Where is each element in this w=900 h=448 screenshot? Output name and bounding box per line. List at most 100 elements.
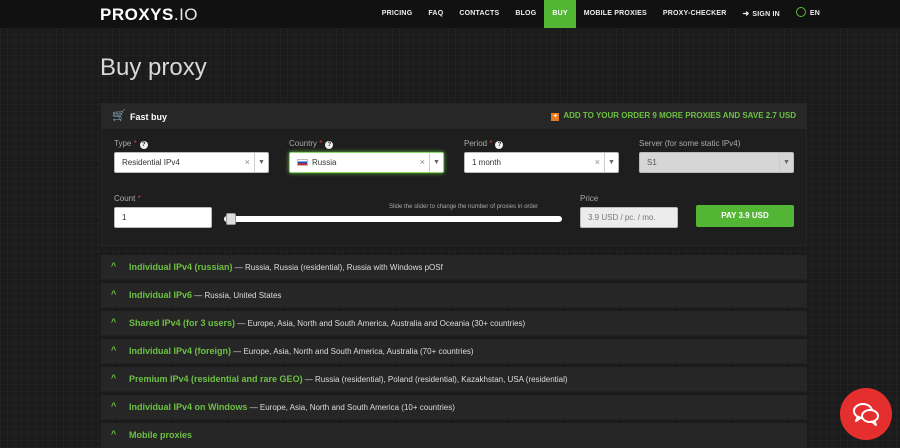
chevron-down-icon[interactable]: ▼: [604, 153, 618, 172]
logo-main: PROXYS: [100, 5, 174, 24]
type-select[interactable]: Residential IPv4 × ▼: [114, 152, 269, 173]
accordion-individual-ipv4-windows[interactable]: ^ Individual IPv4 on Windows — Europe, A…: [101, 394, 807, 419]
chevron-up-icon: ^: [111, 373, 117, 383]
accordion-individual-ipv6[interactable]: ^ Individual IPv6 — Russia, United State…: [101, 282, 807, 307]
server-value: S1: [647, 158, 657, 167]
clear-icon[interactable]: ×: [245, 153, 250, 172]
top-navbar: PROXYS.IO PRICING FAQ CONTACTS BLOG BUY …: [0, 0, 900, 28]
signin-icon: ➜: [742, 9, 750, 18]
accordion-title: Individual IPv4 on Windows: [129, 402, 248, 412]
fast-buy-title: Fast buy: [130, 112, 168, 122]
server-select[interactable]: S1 ▼: [639, 152, 794, 173]
required-mark: *: [133, 139, 137, 148]
required-mark: *: [137, 194, 141, 203]
nav-proxy-checker[interactable]: PROXY-CHECKER: [655, 0, 735, 28]
required-mark: *: [319, 139, 323, 148]
accordion-title: Individual IPv4 (russian): [129, 262, 233, 272]
period-label: Period *?: [464, 139, 504, 149]
chevron-up-icon: ^: [111, 401, 117, 411]
server-label: Server (for some static IPv4): [639, 139, 741, 148]
accordion-text: Mobile proxies: [129, 430, 192, 440]
nav-faq[interactable]: FAQ: [420, 0, 451, 28]
country-select[interactable]: Russia × ▼: [289, 152, 444, 173]
accordion-title: Premium IPv4 (residential and rare GEO): [129, 374, 303, 384]
globe-icon: [795, 7, 806, 17]
country-label: Country *?: [289, 139, 334, 149]
nav-buy[interactable]: BUY: [544, 0, 576, 28]
help-icon[interactable]: ?: [495, 141, 504, 149]
required-mark: *: [489, 139, 493, 148]
fast-buy-header: 🛒 Fast buy + ADD TO YOUR ORDER 9 MORE PRO…: [102, 104, 806, 129]
slider-hint: Slide the slider to change the number of…: [389, 204, 539, 210]
nav-contacts[interactable]: CONTACTS: [451, 0, 507, 28]
accordion-desc: — Russia (residential), Poland (resident…: [302, 375, 568, 384]
help-icon[interactable]: ?: [139, 141, 148, 149]
nav-menu: PRICING FAQ CONTACTS BLOG BUY MOBILE PRO…: [374, 0, 900, 28]
help-icon[interactable]: ?: [325, 141, 334, 149]
clear-icon[interactable]: ×: [420, 153, 425, 172]
accordion-title: Mobile proxies: [129, 430, 193, 440]
chat-icon: [853, 403, 879, 426]
accordion-text: Individual IPv4 (russian) — Russia, Russ…: [129, 262, 443, 272]
nav-language[interactable]: EN: [788, 0, 900, 28]
accordion-text: Premium IPv4 (residential and rare GEO) …: [129, 374, 568, 384]
fast-buy-panel: 🛒 Fast buy + ADD TO YOUR ORDER 9 MORE PRO…: [101, 103, 807, 246]
price-label: Price: [580, 194, 599, 203]
type-label: Type *?: [114, 139, 148, 149]
chevron-down-icon[interactable]: ▼: [429, 153, 443, 172]
accordion-text: Individual IPv4 on Windows — Europe, Asi…: [129, 402, 455, 412]
page-title: Buy proxy: [100, 54, 207, 81]
chevron-up-icon: ^: [111, 429, 117, 439]
accordion-premium-ipv4[interactable]: ^ Premium IPv4 (residential and rare GEO…: [101, 366, 807, 391]
chevron-up-icon: ^: [111, 317, 117, 327]
promo-link[interactable]: + ADD TO YOUR ORDER 9 MORE PROXIES AND SA…: [551, 111, 796, 121]
accordion-desc: — Russia, Russia (residential), Russia w…: [232, 263, 443, 272]
accordion-desc: — Europe, Asia, North and South America,…: [231, 347, 474, 356]
accordion-text: Shared IPv4 (for 3 users) — Europe, Asia…: [129, 318, 525, 328]
type-label-text: Type: [114, 139, 132, 148]
sign-in-label: SIGN IN: [752, 11, 780, 18]
count-input[interactable]: 1: [114, 207, 212, 228]
logo[interactable]: PROXYS.IO: [100, 5, 198, 25]
accordion-individual-ipv4-russian[interactable]: ^ Individual IPv4 (russian) — Russia, Ru…: [101, 254, 807, 279]
price-field: 3.9 USD / pc. / mo.: [580, 207, 678, 228]
accordion-desc: — Europe, Asia, North and South America …: [247, 403, 455, 412]
accordion-desc: — Europe, Asia, North and South America,…: [235, 319, 526, 328]
accordion-shared-ipv4[interactable]: ^ Shared IPv4 (for 3 users) — Europe, As…: [101, 310, 807, 335]
plus-icon: +: [551, 113, 560, 121]
nav-blog[interactable]: BLOG: [507, 0, 544, 28]
nav-sign-in[interactable]: ➜ SIGN IN: [735, 0, 788, 28]
chat-button[interactable]: [840, 388, 892, 440]
pay-button[interactable]: PAY 3.9 USD: [696, 205, 794, 227]
count-slider[interactable]: [224, 216, 562, 222]
accordion-individual-ipv4-foreign[interactable]: ^ Individual IPv4 (foreign) — Europe, As…: [101, 338, 807, 363]
chevron-down-icon[interactable]: ▼: [254, 153, 268, 172]
cart-icon: 🛒: [112, 110, 126, 122]
accordion-title: Shared IPv4 (for 3 users): [129, 318, 236, 328]
promo-text: ADD TO YOUR ORDER 9 MORE PROXIES AND SAV…: [563, 111, 796, 120]
country-value: Russia: [312, 158, 337, 167]
language-label: EN: [809, 10, 820, 17]
period-value: 1 month: [472, 158, 501, 167]
accordion-desc: — Russia, United States: [192, 291, 282, 300]
period-select[interactable]: 1 month × ▼: [464, 152, 619, 173]
accordion-mobile-proxies[interactable]: ^ Mobile proxies: [101, 422, 807, 448]
type-value: Residential IPv4: [122, 158, 180, 167]
accordion-text: Individual IPv4 (foreign) — Europe, Asia…: [129, 346, 474, 356]
clear-icon[interactable]: ×: [595, 153, 600, 172]
count-label: Count *: [114, 194, 141, 203]
country-label-text: Country: [289, 139, 318, 148]
accordion-text: Individual IPv6 — Russia, United States: [129, 290, 281, 300]
period-label-text: Period: [464, 139, 488, 148]
accordion-title: Individual IPv6: [129, 290, 193, 300]
accordion-title: Individual IPv4 (foreign): [129, 346, 232, 356]
chevron-up-icon: ^: [111, 289, 117, 299]
russia-flag-icon: [297, 159, 308, 166]
chevron-up-icon: ^: [111, 345, 117, 355]
count-label-text: Count: [114, 194, 136, 203]
nav-pricing[interactable]: PRICING: [374, 0, 421, 28]
chevron-up-icon: ^: [111, 261, 117, 271]
slider-handle[interactable]: [226, 213, 236, 225]
chevron-down-icon[interactable]: ▼: [779, 153, 793, 172]
nav-mobile-proxies[interactable]: MOBILE PROXIES: [576, 0, 655, 28]
